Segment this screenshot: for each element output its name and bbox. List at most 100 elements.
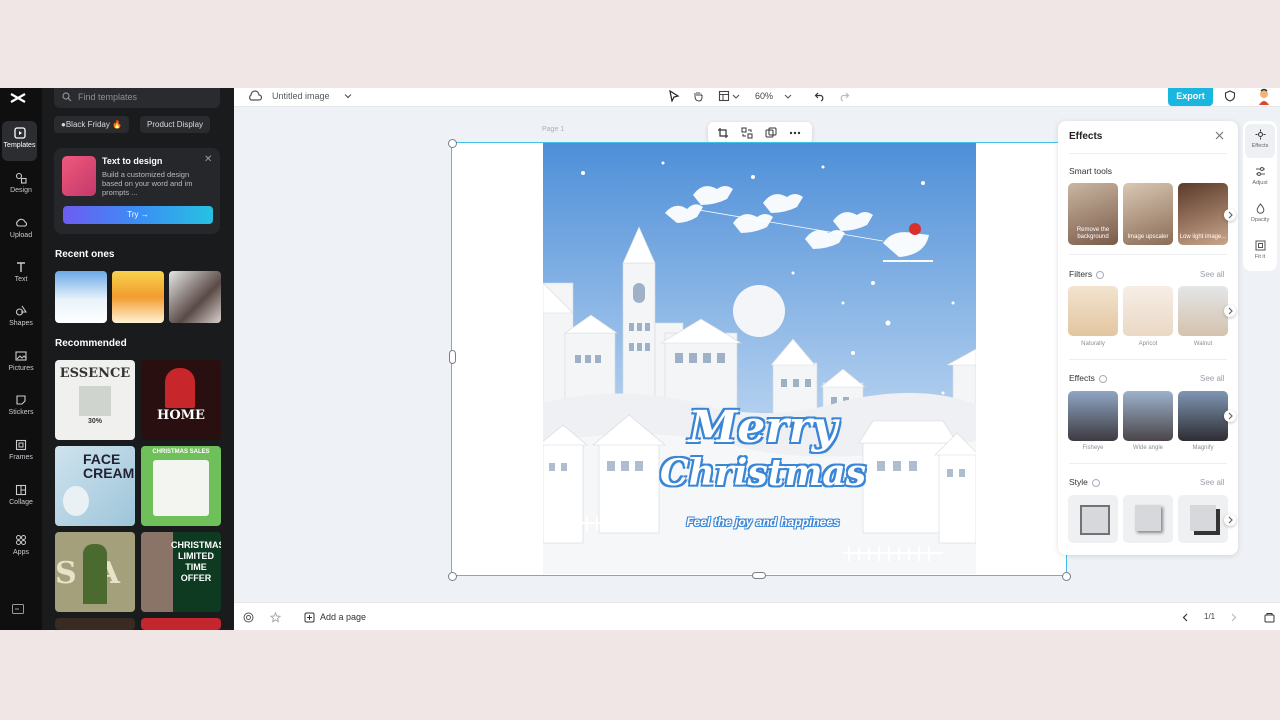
effect-magnify[interactable] xyxy=(1178,391,1228,441)
recent-heading: Recent ones xyxy=(55,249,115,260)
add-page-icon[interactable] xyxy=(304,612,315,623)
star-icon[interactable] xyxy=(270,612,281,623)
chevron-right-icon[interactable] xyxy=(1224,514,1236,526)
crop-icon[interactable] xyxy=(717,127,729,139)
resize-handle-bottom-left[interactable] xyxy=(448,572,457,581)
redo-icon[interactable] xyxy=(838,90,850,102)
sidebar-item-frames[interactable]: Frames xyxy=(0,433,42,473)
right-rail-opacity[interactable]: Opacity xyxy=(1245,198,1275,232)
zoom-level[interactable]: 60% xyxy=(755,91,773,101)
chevron-left-icon[interactable] xyxy=(1180,612,1191,623)
effect-wide-angle[interactable] xyxy=(1123,391,1173,441)
template-text-home: HOME xyxy=(157,408,205,423)
sidebar-item-design[interactable]: Design xyxy=(0,166,42,206)
chip-black-friday[interactable]: ●Black Friday 🔥 xyxy=(54,116,130,133)
export-button[interactable]: Export xyxy=(1168,88,1213,106)
close-icon[interactable] xyxy=(1215,131,1224,140)
shield-icon[interactable] xyxy=(1224,90,1236,102)
right-rail-fit[interactable]: Fit it xyxy=(1245,235,1275,269)
filters-see-all-link[interactable]: See all xyxy=(1200,270,1224,279)
recommended-template-limited-offer[interactable]: CHRISTMAS LIMITED TIME OFFER xyxy=(141,532,221,612)
replace-icon[interactable] xyxy=(741,127,753,139)
info-icon[interactable] xyxy=(1098,374,1107,383)
filter-walnut[interactable] xyxy=(1178,286,1228,336)
christmas-text[interactable]: Christmas xyxy=(643,453,883,493)
right-rail-adjust[interactable]: Adjust xyxy=(1245,161,1275,195)
resize-handle-top-left[interactable] xyxy=(448,139,457,148)
style-option-3[interactable] xyxy=(1178,495,1228,543)
text-icon xyxy=(17,262,25,272)
floating-toolbar xyxy=(708,122,812,144)
template-text-christmas-sales: CHRISTMAS SALES xyxy=(152,449,210,455)
sidebar-item-templates[interactable]: Templates xyxy=(2,121,37,161)
info-icon[interactable] xyxy=(1096,270,1105,279)
sidebar-item-stickers[interactable]: Stickers xyxy=(0,388,42,428)
divider xyxy=(1069,153,1227,154)
recent-template-3[interactable] xyxy=(169,271,221,323)
recommended-template-christmas-sales[interactable]: CHRISTMAS SALES xyxy=(141,446,221,526)
select-pointer-icon[interactable] xyxy=(668,90,680,102)
style-option-2[interactable] xyxy=(1123,495,1173,543)
filter-naturally[interactable] xyxy=(1068,286,1118,336)
sidebar-item-shapes[interactable]: Shapes xyxy=(0,299,42,339)
filter-apricot[interactable] xyxy=(1123,286,1173,336)
christmas-artwork-image[interactable]: Merry Christmas Feel the joy and happine… xyxy=(543,143,976,574)
close-icon[interactable]: ✕ xyxy=(204,154,212,165)
chevron-right-icon[interactable] xyxy=(1224,209,1236,221)
recommended-template-home[interactable]: HOME xyxy=(141,360,221,440)
search-input[interactable]: Find templates xyxy=(54,88,220,108)
recommended-template-sale[interactable]: SALE xyxy=(55,532,135,612)
layers-icon[interactable] xyxy=(243,612,254,623)
chevron-right-icon[interactable] xyxy=(1228,612,1239,623)
recommended-template-face-cream[interactable]: FACE CREAM xyxy=(55,446,135,526)
divider xyxy=(1069,254,1227,255)
resize-handle-bottom[interactable] xyxy=(752,572,766,579)
chip-product-display[interactable]: Product Display xyxy=(140,116,211,133)
capcut-logo-icon[interactable] xyxy=(8,90,28,106)
sidebar-item-apps[interactable]: Apps xyxy=(0,528,42,568)
recommended-template-more-1[interactable] xyxy=(55,618,135,630)
resize-handle-left[interactable] xyxy=(449,350,456,364)
resize-handle-bottom-right[interactable] xyxy=(1062,572,1071,581)
smart-tool-image-upscaler[interactable]: Image upscaler xyxy=(1123,183,1173,245)
smart-tool-remove-background[interactable]: Remove the background xyxy=(1068,183,1118,245)
style-option-1[interactable] xyxy=(1068,495,1118,543)
sidebar-item-text[interactable]: Text xyxy=(0,255,42,295)
try-button[interactable]: Try → xyxy=(63,206,213,224)
style-see-all-link[interactable]: See all xyxy=(1200,478,1224,487)
add-page-button[interactable]: Add a page xyxy=(320,612,366,622)
chevron-down-icon[interactable] xyxy=(784,90,792,102)
more-options-icon[interactable] xyxy=(789,127,801,139)
filters-heading: Filters xyxy=(1069,269,1105,279)
hand-pan-icon[interactable] xyxy=(692,90,704,102)
sidebar-item-pictures[interactable]: Pictures xyxy=(0,344,42,384)
effect-fisheye[interactable] xyxy=(1068,391,1118,441)
chevron-right-icon[interactable] xyxy=(1224,410,1236,422)
effects-see-all-link[interactable]: See all xyxy=(1200,374,1224,383)
sidebar-item-collage[interactable]: Collage xyxy=(0,478,42,518)
undo-icon[interactable] xyxy=(814,90,826,102)
product-image xyxy=(63,486,89,516)
recommended-template-more-2[interactable] xyxy=(141,618,221,630)
smart-tool-low-light[interactable]: Low light image... xyxy=(1178,183,1228,245)
chevron-right-icon[interactable] xyxy=(1224,305,1236,317)
recent-template-1[interactable] xyxy=(55,271,107,323)
layout-icon[interactable] xyxy=(718,90,730,102)
right-rail-effects[interactable]: Effects xyxy=(1245,124,1275,158)
collapse-panel-icon[interactable] xyxy=(12,604,24,614)
pages-panel-icon[interactable] xyxy=(1264,612,1275,623)
chevron-down-icon[interactable] xyxy=(732,90,740,102)
duplicate-icon[interactable] xyxy=(765,127,777,139)
recent-template-2[interactable] xyxy=(112,271,164,323)
avatar[interactable] xyxy=(1256,88,1272,106)
info-icon[interactable] xyxy=(1091,478,1100,487)
sidebar-item-upload[interactable]: Upload xyxy=(0,211,42,251)
chevron-down-icon[interactable] xyxy=(344,92,352,100)
product-image xyxy=(165,368,195,408)
cloud-icon[interactable] xyxy=(248,90,262,102)
merry-text[interactable]: Merry xyxy=(653,405,873,451)
sidebar-item-label: Apps xyxy=(13,549,29,556)
document-title[interactable]: Untitled image xyxy=(272,91,330,101)
recommended-template-essence[interactable]: ESSENCE 30% xyxy=(55,360,135,440)
tagline-text[interactable]: Feel the joy and happinees xyxy=(653,515,873,529)
